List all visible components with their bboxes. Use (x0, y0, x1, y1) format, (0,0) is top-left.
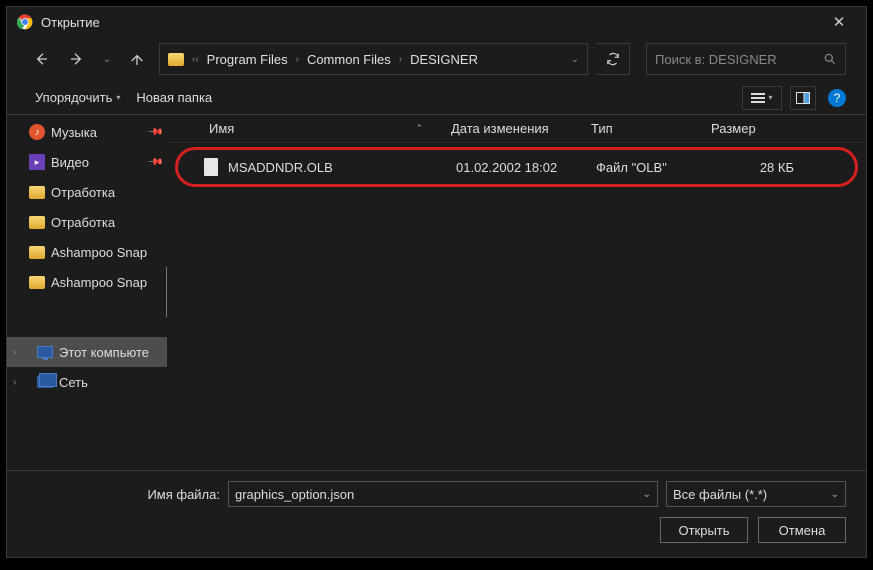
network-icon (37, 376, 53, 388)
preview-pane-button[interactable] (790, 86, 816, 110)
chevron-down-icon: ▾ (116, 93, 120, 102)
help-button[interactable]: ? (828, 89, 846, 107)
pin-icon: 📌 (146, 154, 163, 171)
music-icon: ♪ (29, 124, 45, 140)
up-button[interactable] (123, 45, 151, 73)
back-button[interactable] (27, 45, 55, 73)
search-placeholder: Поиск в: DESIGNER (655, 52, 823, 67)
breadcrumb[interactable]: ‹‹ Program Files › Common Files › DESIGN… (159, 43, 588, 75)
breadcrumb-segment[interactable]: Program Files (207, 52, 288, 67)
sidebar: ♪Музыка📌 ▸Видео📌 Отработка Отработка Ash… (7, 115, 167, 470)
refresh-button[interactable] (596, 43, 630, 75)
folder-icon (29, 216, 45, 229)
pin-icon: 📌 (146, 124, 163, 141)
open-button[interactable]: Открыть (660, 517, 748, 543)
file-row[interactable]: MSADDNDR.OLB 01.02.2002 18:02 Файл "OLB"… (175, 147, 858, 187)
dialog-footer: Имя файла: graphics_option.json⌄ Все фай… (7, 471, 866, 557)
folder-icon (29, 246, 45, 259)
sidebar-item-folder[interactable]: Ashampoo Snap (7, 237, 167, 267)
breadcrumb-segment[interactable]: DESIGNER (410, 52, 478, 67)
file-list: Имя⌃ Дата изменения Тип Размер MSADDNDR.… (167, 115, 866, 470)
column-header-size[interactable]: Размер (703, 121, 781, 136)
folder-icon (29, 276, 45, 289)
chrome-icon (17, 14, 33, 30)
column-header-type[interactable]: Тип (583, 121, 703, 136)
sidebar-item-folder[interactable]: Отработка (7, 177, 167, 207)
sidebar-item-computer[interactable]: ›Этот компьюте (7, 337, 167, 367)
sidebar-item-folder[interactable]: Отработка (7, 207, 167, 237)
new-folder-button[interactable]: Новая папка (128, 86, 220, 109)
view-options-button[interactable]: ▾ (742, 86, 782, 110)
column-header-name[interactable]: Имя⌃ (201, 121, 443, 136)
cancel-button[interactable]: Отмена (758, 517, 846, 543)
folder-icon (168, 53, 184, 66)
column-header-date[interactable]: Дата изменения (443, 121, 583, 136)
breadcrumb-segment[interactable]: Common Files (307, 52, 391, 67)
filename-label: Имя файла: (147, 487, 220, 502)
chevron-down-icon[interactable]: ⌄ (571, 54, 579, 65)
file-size: 28 КБ (716, 160, 794, 175)
file-type: Файл "OLB" (596, 160, 716, 175)
toolbar: Упорядочить ▾ Новая папка ▾ ? (7, 81, 866, 115)
sidebar-item-video[interactable]: ▸Видео📌 (7, 147, 167, 177)
chevron-right-icon: › (399, 54, 402, 65)
chevron-right-icon[interactable]: › (13, 347, 16, 358)
chevron-icon: ‹‹ (192, 54, 199, 65)
search-icon (823, 52, 837, 66)
history-dropdown[interactable]: ⌄ (99, 45, 115, 73)
file-date: 01.02.2002 18:02 (456, 160, 596, 175)
video-icon: ▸ (29, 154, 45, 170)
organize-button[interactable]: Упорядочить ▾ (27, 86, 128, 109)
close-button[interactable]: ✕ (822, 13, 856, 31)
window-title: Открытие (41, 15, 822, 30)
sidebar-item-music[interactable]: ♪Музыка📌 (7, 117, 167, 147)
titlebar: Открытие ✕ (7, 7, 866, 37)
sidebar-item-network[interactable]: ›Сеть (7, 367, 167, 397)
chevron-right-icon[interactable]: › (13, 377, 16, 388)
forward-button[interactable] (63, 45, 91, 73)
open-dialog: Открытие ✕ ⌄ ‹‹ Program Files › Common F… (6, 6, 867, 558)
chevron-right-icon: › (296, 54, 299, 65)
filename-input[interactable]: graphics_option.json⌄ (228, 481, 658, 507)
nav-row: ⌄ ‹‹ Program Files › Common Files › DESI… (7, 37, 866, 81)
computer-icon (37, 346, 53, 358)
file-type-filter[interactable]: Все файлы (*.*)⌄ (666, 481, 846, 507)
sort-indicator-icon: ⌃ (415, 123, 423, 134)
search-input[interactable]: Поиск в: DESIGNER (646, 43, 846, 75)
folder-icon (29, 186, 45, 199)
chevron-down-icon[interactable]: ⌄ (643, 489, 651, 500)
file-name: MSADDNDR.OLB (228, 160, 456, 175)
column-headers: Имя⌃ Дата изменения Тип Размер (167, 115, 866, 143)
chevron-down-icon[interactable]: ⌄ (831, 489, 839, 500)
sidebar-item-folder[interactable]: Ashampoo Snap (7, 267, 167, 297)
file-icon (204, 158, 218, 176)
